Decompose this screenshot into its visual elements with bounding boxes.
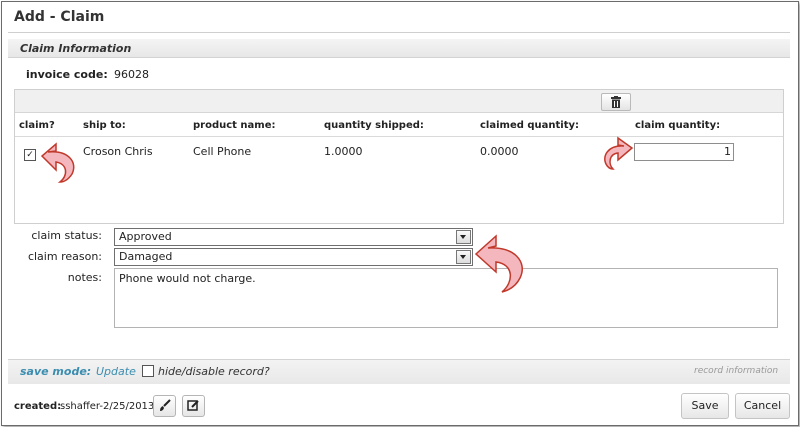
claim-status-label: claim status: bbox=[31, 229, 102, 242]
cancel-button[interactable]: Cancel bbox=[735, 393, 790, 419]
save-mode-label: save mode: bbox=[20, 365, 92, 378]
grid-toolbar bbox=[15, 90, 783, 113]
save-mode-value: Update bbox=[96, 365, 136, 378]
col-header-ship-to[interactable]: ship to: bbox=[83, 120, 126, 131]
quantity-shipped-cell: 1.0000 bbox=[324, 145, 363, 158]
chevron-down-icon[interactable] bbox=[456, 230, 471, 244]
save-button[interactable]: Save bbox=[681, 393, 729, 419]
edit-icon bbox=[187, 400, 199, 411]
annotation-arrow-icon bbox=[474, 234, 523, 293]
brush-icon bbox=[160, 399, 171, 411]
col-header-claim-quantity[interactable]: claim quantity: bbox=[635, 120, 720, 131]
header-divider bbox=[15, 136, 783, 137]
trash-icon bbox=[611, 96, 621, 108]
notes-label: notes: bbox=[67, 271, 102, 284]
record-information-link[interactable]: record information bbox=[694, 366, 778, 376]
claim-items-grid: claim? ship to: product name: quantity s… bbox=[14, 89, 784, 224]
col-header-quantity-shipped[interactable]: quantity shipped: bbox=[324, 120, 424, 131]
notes-textarea[interactable]: Phone would not charge. bbox=[114, 268, 778, 328]
created-label: created: bbox=[14, 401, 62, 412]
created-value: sshaffer-2/25/2013 bbox=[60, 401, 155, 412]
product-name-cell: Cell Phone bbox=[193, 145, 252, 158]
brush-button[interactable] bbox=[153, 395, 176, 417]
hide-record-checkbox[interactable] bbox=[142, 365, 154, 377]
ship-to-cell: Croson Chris bbox=[83, 145, 153, 158]
col-header-claim[interactable]: claim? bbox=[19, 120, 55, 131]
invoice-code-value: 96028 bbox=[114, 68, 149, 81]
col-header-product-name[interactable]: product name: bbox=[193, 120, 276, 131]
claim-reason-select[interactable]: Damaged bbox=[114, 248, 473, 266]
hide-record-label: hide/disable record? bbox=[158, 365, 270, 378]
section-title: Claim Information bbox=[20, 42, 132, 55]
edit-button[interactable] bbox=[182, 395, 205, 417]
chevron-down-icon[interactable] bbox=[456, 250, 471, 264]
annotation-arrow-icon bbox=[604, 136, 634, 170]
delete-row-button[interactable] bbox=[601, 93, 631, 111]
invoice-code-label: invoice code: bbox=[26, 68, 108, 81]
annotation-arrow-icon bbox=[40, 142, 75, 183]
claim-status-value: Approved bbox=[119, 230, 172, 243]
claim-reason-value: Damaged bbox=[119, 250, 173, 263]
dialog-title: Add - Claim bbox=[14, 9, 105, 25]
claim-checkbox[interactable]: ✓ bbox=[24, 149, 36, 161]
claim-reason-label: claim reason: bbox=[27, 250, 102, 263]
title-divider bbox=[8, 32, 790, 33]
col-header-claimed-quantity[interactable]: claimed quantity: bbox=[480, 120, 579, 131]
claim-quantity-input[interactable]: 1 bbox=[634, 143, 734, 161]
claim-status-select[interactable]: Approved bbox=[114, 228, 473, 246]
claimed-quantity-cell: 0.0000 bbox=[480, 145, 519, 158]
